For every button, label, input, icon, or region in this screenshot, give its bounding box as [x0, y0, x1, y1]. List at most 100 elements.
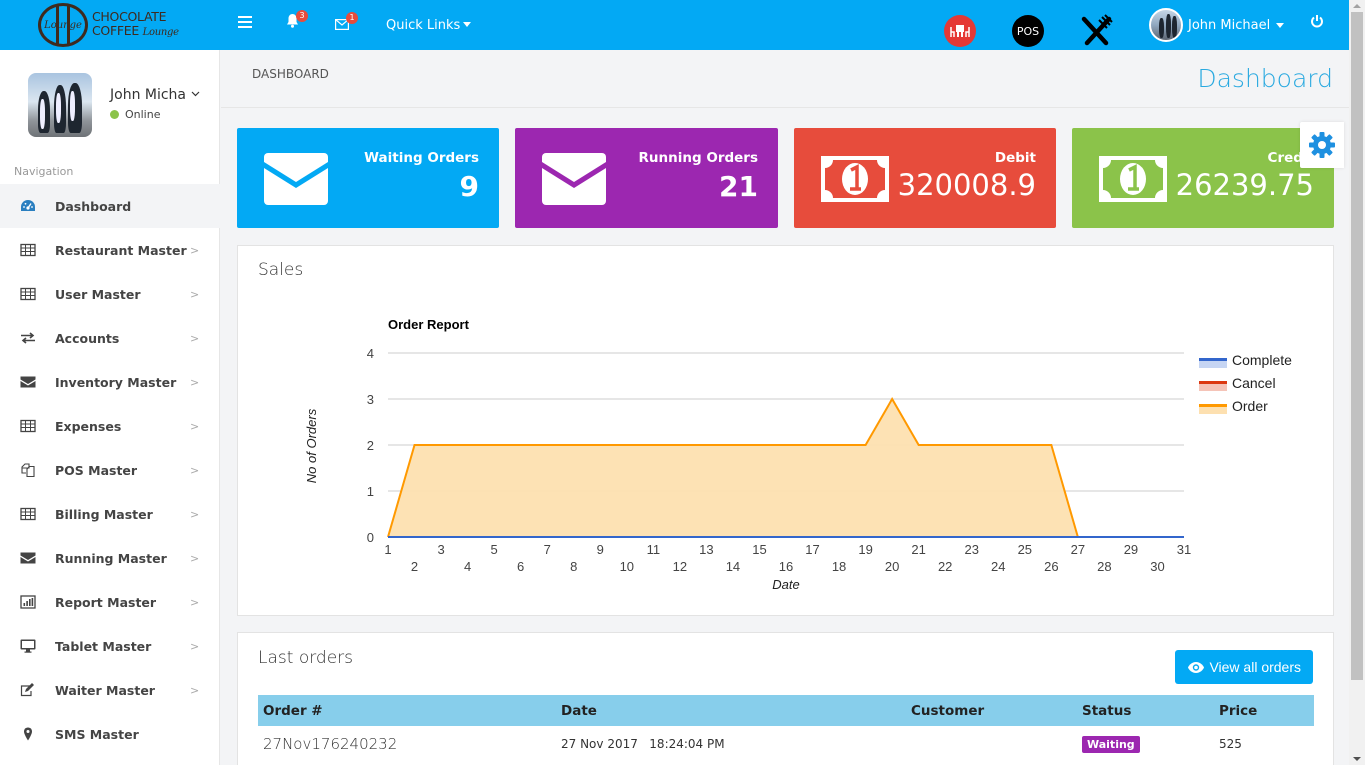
legend-item-cancel: Cancel [1199, 375, 1276, 391]
sidebar-item-label: User Master [55, 286, 141, 302]
x-tick-label: 13 [699, 542, 713, 557]
x-tick-label: 3 [437, 542, 444, 557]
column-header-price[interactable]: Price [1214, 695, 1314, 726]
sidebar-item-label: Expenses [55, 418, 122, 434]
stat-label: Debit [994, 150, 1036, 166]
pos-label: POS [1016, 24, 1040, 38]
stat-card-waiting-orders[interactable]: Waiting Orders 9 [237, 128, 499, 228]
sidebar-item-sms-master[interactable]: SMS Master [0, 712, 220, 756]
table-grid-icon [20, 507, 36, 521]
nav-section-label: Navigation [14, 165, 74, 178]
profile-name-dropdown[interactable]: John Micha [110, 87, 200, 103]
legend-swatch [1199, 406, 1227, 414]
order-price[interactable]: 525 [1214, 726, 1314, 762]
copy-icon [21, 463, 35, 477]
sidebar-item-label: Waiter Master [55, 682, 155, 698]
legend-item-order: Order [1199, 398, 1268, 414]
chevron-right-icon: > [190, 551, 200, 565]
legend-label: Cancel [1232, 375, 1276, 391]
x-tick-label: 27 [1071, 542, 1085, 557]
logo-text: CHOCOLATE COFFEE Lounge [92, 10, 179, 40]
x-tick-label: 11 [647, 542, 661, 557]
stat-card-running-orders[interactable]: Running Orders 21 [515, 128, 778, 228]
chevron-right-icon: > [190, 287, 200, 301]
sidebar-item-running-master[interactable]: Running Master > [0, 536, 220, 580]
sidebar-item-label: Billing Master [55, 506, 153, 522]
sidebar-item-accounts[interactable]: Accounts > [0, 316, 220, 360]
x-tick-label: 21 [911, 542, 925, 557]
stat-label: Waiting Orders [364, 150, 479, 166]
x-tick-label: 10 [620, 559, 634, 574]
area-order [388, 399, 1184, 537]
power-icon [1311, 15, 1323, 28]
legend-item-complete: Complete [1199, 352, 1292, 368]
quick-links-label: Quick Links [386, 18, 461, 33]
x-tick-label: 14 [726, 559, 740, 574]
power-button[interactable] [1310, 13, 1324, 28]
brand-logo[interactable]: Lounge CHOCOLATE COFFEE Lounge [38, 3, 198, 47]
x-tick-label: 24 [991, 559, 1005, 574]
edit-icon [20, 683, 34, 697]
column-header-order[interactable]: Order # [258, 695, 556, 726]
notifications-button[interactable]: 3 [286, 10, 308, 28]
eye-icon [1188, 661, 1205, 673]
sidebar-item-pos-master[interactable]: POS Master > [0, 448, 220, 492]
logo-line1: CHOCOLATE [92, 9, 167, 24]
table-booking-button[interactable] [944, 15, 976, 47]
profile-avatar[interactable] [28, 73, 92, 137]
order-date: 27 Nov 2017 18:24:04 PM [561, 737, 725, 751]
page-scrollbar[interactable] [1349, 0, 1365, 765]
sidebar-item-report-master[interactable]: Report Master > [0, 580, 220, 624]
sidebar-item-tablet-master[interactable]: Tablet Master > [0, 624, 220, 668]
x-tick-label: 1 [384, 542, 391, 557]
sidebar-item-label: Tablet Master [55, 638, 152, 654]
y-axis-label: No of Orders [304, 408, 319, 483]
x-tick-label: 7 [544, 542, 551, 557]
quick-links-dropdown[interactable]: Quick Links [386, 18, 472, 33]
column-header-customer[interactable]: Customer [906, 695, 1077, 726]
messages-button[interactable]: 1 [335, 12, 358, 31]
status-text: Online [125, 108, 161, 121]
scroll-down-arrow[interactable] [1353, 757, 1361, 761]
sidebar-item-user-master[interactable]: User Master > [0, 272, 220, 316]
column-header-date[interactable]: Date [556, 695, 906, 726]
scroll-up-arrow[interactable] [1353, 4, 1361, 8]
column-header-status[interactable]: Status [1077, 695, 1214, 726]
sidebar-item-billing-master[interactable]: Billing Master > [0, 492, 220, 536]
sidebar-item-waiter-master[interactable]: Waiter Master > [0, 668, 220, 712]
pos-button[interactable]: POS [1012, 15, 1044, 47]
breadcrumb[interactable]: DASHBOARD [252, 67, 329, 81]
x-tick-label: 19 [858, 542, 872, 557]
order-id[interactable]: 27Nov176240232 [258, 726, 556, 762]
table-row[interactable]: 27Nov176240232 27 Nov 2017 18:24:04 PM W… [258, 726, 1314, 762]
legend-label: Complete [1232, 352, 1292, 368]
dining-table-icon [950, 25, 970, 37]
dashboard-icon [21, 200, 35, 211]
sidebar-item-inventory-master[interactable]: Inventory Master > [0, 360, 220, 404]
menu-icon[interactable] [238, 16, 252, 28]
orders-title: Last orders [258, 648, 354, 668]
exchange-icon [21, 332, 35, 344]
profile-name: John Micha [110, 87, 187, 103]
x-axis-label: Date [772, 577, 799, 592]
settings-button[interactable] [1300, 122, 1344, 168]
chevron-right-icon: > [190, 375, 200, 389]
stat-card-debit[interactable]: Debit 320008.9 [794, 128, 1056, 228]
view-all-orders-button[interactable]: View all orders [1175, 650, 1313, 684]
stat-card-credit[interactable]: Credit 26239.75 [1072, 128, 1334, 228]
user-menu[interactable]: John Michael [1149, 8, 1285, 42]
scroll-thumb[interactable] [1351, 12, 1363, 680]
table-header-row: Order # Date Customer Status Price [258, 695, 1314, 726]
x-tick-label: 29 [1124, 542, 1138, 557]
envelope-icon [542, 153, 606, 205]
sidebar-item-dashboard[interactable]: Dashboard [0, 184, 220, 228]
cutlery-button[interactable] [1080, 14, 1113, 47]
logo-line2-text: COFFEE [92, 23, 139, 38]
sidebar-item-label: Accounts [55, 330, 120, 346]
table-grid-icon [20, 287, 36, 301]
chevron-right-icon: > [190, 419, 200, 433]
order-status-cell: Waiting [1077, 726, 1214, 762]
sidebar-item-restaurant-master[interactable]: Restaurant Master > [0, 228, 220, 272]
chevron-right-icon: > [190, 639, 200, 653]
sidebar-item-expenses[interactable]: Expenses > [0, 404, 220, 448]
